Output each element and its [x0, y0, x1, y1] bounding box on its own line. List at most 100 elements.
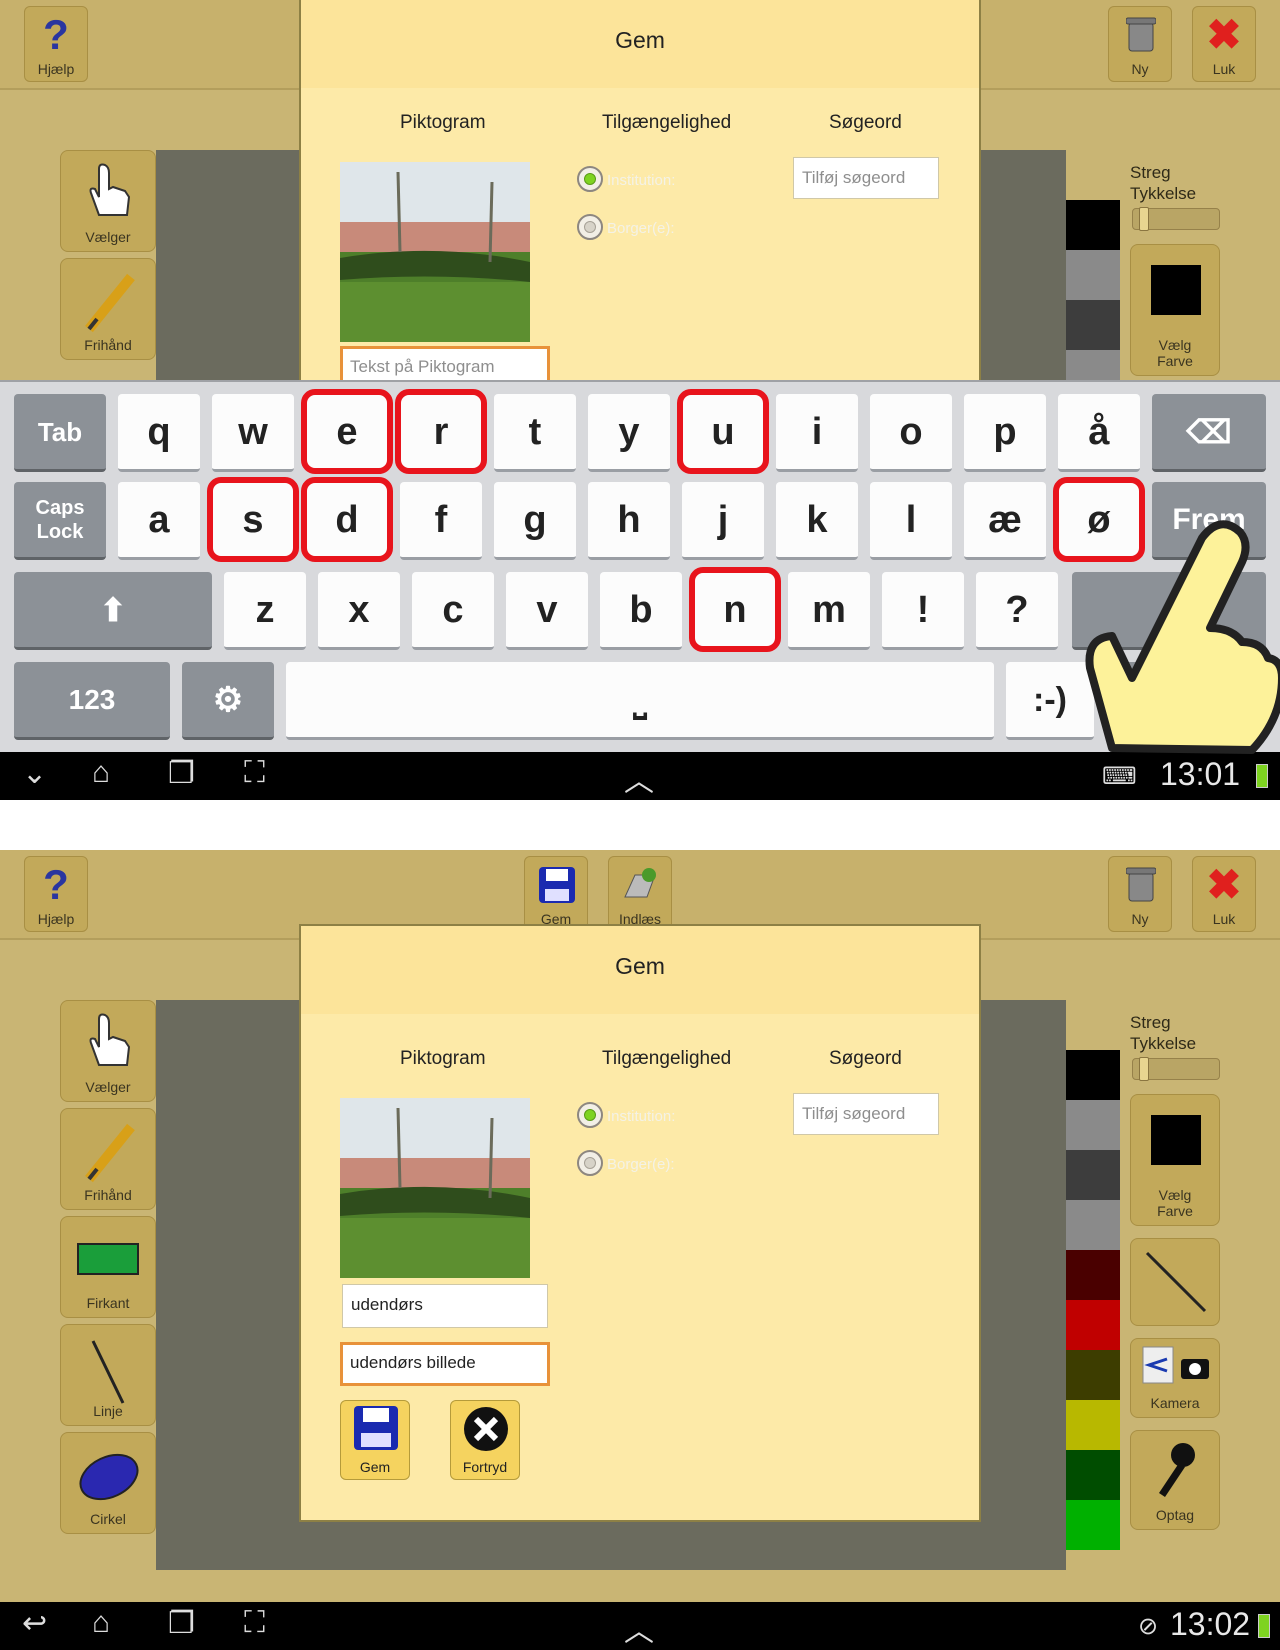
new-button[interactable]: Ny: [1108, 6, 1172, 82]
keyword-input[interactable]: Tilføj søgeord: [793, 157, 939, 199]
tool-select[interactable]: Vælger: [60, 1000, 156, 1102]
key-y[interactable]: y: [588, 394, 670, 472]
camera-button[interactable]: Kamera: [1130, 1338, 1220, 1418]
toolbar-load-button[interactable]: Indlæs: [608, 856, 672, 932]
tool-freehand[interactable]: Frihånd: [60, 258, 156, 360]
key-n[interactable]: n: [689, 567, 781, 652]
close-button[interactable]: ✖ Luk: [1192, 856, 1256, 932]
new-button[interactable]: Ny: [1108, 856, 1172, 932]
color-swatch[interactable]: [1066, 1500, 1120, 1550]
key-m[interactable]: m: [788, 572, 870, 650]
key-highlight-ring: [207, 477, 299, 562]
key-w[interactable]: w: [212, 394, 294, 472]
key-f[interactable]: f: [400, 482, 482, 560]
color-swatch[interactable]: [1066, 1350, 1120, 1400]
recent-apps-icon[interactable]: ❐: [168, 756, 195, 791]
key-l[interactable]: l: [870, 482, 952, 560]
tool-line[interactable]: Linje: [60, 1324, 156, 1426]
key-![interactable]: !: [882, 572, 964, 650]
color-swatch[interactable]: [1066, 1400, 1120, 1450]
color-swatch[interactable]: [1066, 1050, 1120, 1100]
choose-color-button[interactable]: Vælg Farve: [1130, 244, 1220, 376]
battery-icon: [1258, 1614, 1270, 1638]
close-button[interactable]: ✖ Luk: [1192, 6, 1256, 82]
key-d[interactable]: d: [301, 477, 393, 562]
screenshot-icon[interactable]: ⛶: [244, 1606, 265, 1640]
dialog-cancel-button[interactable]: Fortryd: [450, 1400, 520, 1480]
space-key[interactable]: ⎵: [286, 662, 994, 740]
help-button[interactable]: ? Hjælp: [24, 856, 88, 932]
color-swatch[interactable]: [1066, 1100, 1120, 1150]
settings-key[interactable]: ⚙: [182, 662, 274, 740]
help-button[interactable]: ? Hjælp: [24, 6, 88, 82]
tool-select[interactable]: Vælger: [60, 150, 156, 252]
expand-up-icon[interactable]: ︿: [624, 756, 654, 800]
key-b[interactable]: b: [600, 572, 682, 650]
color-swatch[interactable]: [1066, 200, 1120, 250]
screenshot-icon[interactable]: ⛶: [244, 756, 265, 790]
back-icon[interactable]: ↩: [22, 1606, 47, 1641]
color-swatch[interactable]: [1066, 1150, 1120, 1200]
key-?[interactable]: ?: [976, 572, 1058, 650]
key-æ[interactable]: æ: [964, 482, 1046, 560]
tool-circle[interactable]: Cirkel: [60, 1432, 156, 1534]
key-a[interactable]: a: [118, 482, 200, 560]
color-swatch[interactable]: [1066, 1200, 1120, 1250]
hide-keyboard-icon[interactable]: ⌄: [22, 756, 47, 791]
pictogram-text-input[interactable]: udendørs billede: [340, 1342, 550, 1386]
key-t[interactable]: t: [494, 394, 576, 472]
stroke-width-slider[interactable]: [1132, 1057, 1220, 1081]
key-h[interactable]: h: [588, 482, 670, 560]
key-caps-lock[interactable]: Caps Lock: [14, 482, 106, 560]
outdoor-photo: [340, 162, 530, 342]
key-o[interactable]: o: [870, 394, 952, 472]
key-s[interactable]: s: [207, 477, 299, 562]
dialog-save-button[interactable]: Gem: [340, 1400, 410, 1480]
key-g[interactable]: g: [494, 482, 576, 560]
line-tool-right[interactable]: [1130, 1238, 1220, 1326]
key-k[interactable]: k: [776, 482, 858, 560]
home-icon[interactable]: ⌂: [92, 756, 110, 790]
key-q[interactable]: q: [118, 394, 200, 472]
radio-institution[interactable]: [577, 166, 603, 192]
radio-citizen[interactable]: [577, 1150, 603, 1176]
color-swatch[interactable]: [1066, 1300, 1120, 1350]
tool-freehand[interactable]: Frihånd: [60, 1108, 156, 1210]
slider-knob[interactable]: [1139, 1057, 1149, 1081]
key-e[interactable]: e: [301, 389, 393, 474]
key-x[interactable]: x: [318, 572, 400, 650]
pictogram-name-input[interactable]: udendørs: [342, 1284, 548, 1328]
record-label: Optag: [1155, 1507, 1195, 1523]
key-p[interactable]: p: [964, 394, 1046, 472]
backspace-key[interactable]: ⌫: [1152, 394, 1266, 472]
toolbar-save-button[interactable]: Gem: [524, 856, 588, 932]
key-smiley[interactable]: :-): [1006, 662, 1094, 740]
recent-apps-icon[interactable]: ❐: [168, 1606, 195, 1641]
key-numbers[interactable]: 123: [14, 662, 170, 740]
key-i[interactable]: i: [776, 394, 858, 472]
key-r[interactable]: r: [395, 389, 487, 474]
choose-color-button[interactable]: Vælg Farve: [1130, 1094, 1220, 1226]
color-swatch[interactable]: [1066, 1450, 1120, 1500]
key-u[interactable]: u: [677, 389, 769, 474]
color-swatch[interactable]: [1066, 350, 1120, 380]
slider-knob[interactable]: [1139, 207, 1149, 231]
home-icon[interactable]: ⌂: [92, 1606, 110, 1640]
shift-key[interactable]: ⬆: [14, 572, 212, 650]
key-v[interactable]: v: [506, 572, 588, 650]
record-button[interactable]: Optag: [1130, 1430, 1220, 1530]
key-tab[interactable]: Tab: [14, 394, 106, 472]
radio-institution[interactable]: [577, 1102, 603, 1128]
radio-citizen[interactable]: [577, 214, 603, 240]
key-c[interactable]: c: [412, 572, 494, 650]
keyword-input[interactable]: Tilføj søgeord: [793, 1093, 939, 1135]
color-swatch[interactable]: [1066, 1250, 1120, 1300]
expand-up-icon[interactable]: ︿: [624, 1606, 654, 1650]
key-å[interactable]: å: [1058, 394, 1140, 472]
color-swatch[interactable]: [1066, 300, 1120, 350]
key-j[interactable]: j: [682, 482, 764, 560]
color-swatch[interactable]: [1066, 250, 1120, 300]
stroke-width-slider[interactable]: [1132, 207, 1220, 231]
key-z[interactable]: z: [224, 572, 306, 650]
tool-rectangle[interactable]: Firkant: [60, 1216, 156, 1318]
